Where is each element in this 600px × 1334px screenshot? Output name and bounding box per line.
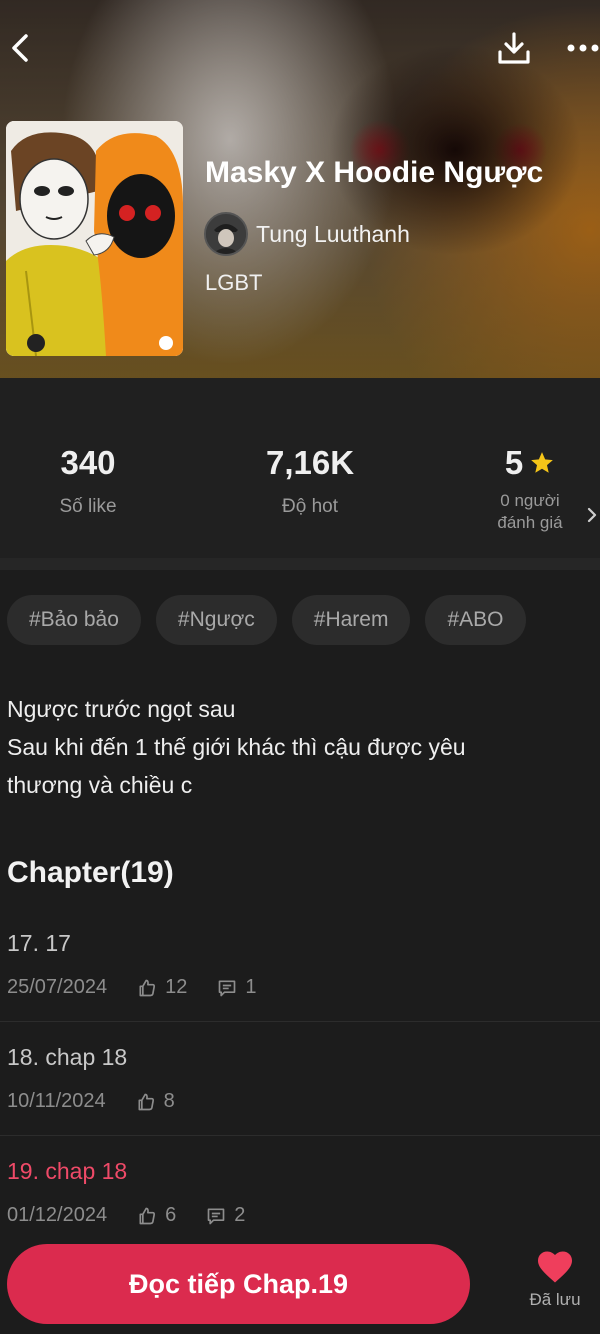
story-title: Masky X Hoodie Ngược — [205, 156, 544, 189]
rating-label-line1: 0 người — [500, 491, 560, 510]
chevron-right-icon[interactable] — [586, 506, 598, 524]
avatar-image — [206, 214, 246, 254]
chapter-count-heading: Chapter(19) — [7, 856, 174, 889]
comment-icon — [207, 1208, 225, 1224]
description-line: Ngược trước ngọt sau — [7, 696, 236, 722]
chevron-left-icon — [12, 34, 28, 62]
rating-stat[interactable]: 5 0 người đánh giá — [480, 444, 580, 534]
chapter-list: 17. 17 25/07/2024 12 1 18. chap 18 10/11… — [0, 908, 600, 1250]
tag-list: #Bảo bảo #Ngược #Harem #ABO — [7, 595, 526, 645]
rating-value-row: 5 — [480, 444, 580, 482]
chapter-meta: 01/12/2024 6 2 — [7, 1204, 245, 1227]
hot-stat: 7,16K Độ hot — [240, 444, 380, 518]
chapter-comments: 2 — [234, 1204, 246, 1226]
saved-label: Đã lưu — [529, 1290, 581, 1309]
download-icon — [498, 32, 530, 64]
more-dots-icon — [567, 44, 599, 52]
tag-chip[interactable]: #Harem — [291, 595, 411, 645]
continue-reading-button[interactable]: Đọc tiếp Chap.19 — [7, 1244, 470, 1324]
hot-label: Độ hot — [282, 496, 338, 517]
stats-panel: 340 Số like 7,16K Độ hot 5 0 người đánh … — [0, 378, 600, 558]
section-divider — [0, 558, 600, 570]
story-description[interactable]: Ngược trước ngọt sau Sau khi đến 1 thế g… — [7, 690, 567, 804]
hot-value: 7,16K — [265, 444, 355, 481]
cover-art — [6, 121, 183, 356]
back-button[interactable] — [2, 28, 38, 68]
description-line: Sau khi đến 1 thế giới khác thì cậu được… — [7, 734, 466, 760]
comment-icon — [219, 980, 236, 996]
chapter-comments: 1 — [245, 976, 257, 998]
chapter-row[interactable]: 18. chap 18 10/11/2024 8 — [0, 1022, 600, 1136]
tag-chip[interactable]: #Bảo bảo — [7, 595, 141, 645]
chapter-meta: 10/11/2024 8 — [7, 1090, 175, 1113]
chapter-title: 19. chap 18 — [7, 1158, 128, 1184]
chapter-date: 01/12/2024 — [7, 1204, 108, 1226]
download-button[interactable] — [494, 28, 534, 68]
tag-chip[interactable]: #ABO — [425, 595, 526, 645]
bottom-action-bar: Đọc tiếp Chap.19 Đã lưu — [0, 1226, 600, 1334]
heart-icon — [538, 1251, 572, 1283]
chapter-title: 18. chap 18 — [7, 1044, 128, 1070]
likes-label: Số like — [59, 496, 117, 517]
chapter-date: 10/11/2024 — [7, 1090, 106, 1112]
thumbs-up-icon — [138, 1093, 154, 1110]
author-avatar — [204, 212, 248, 256]
chapter-row[interactable]: 17. 17 25/07/2024 12 1 — [0, 908, 600, 1022]
chapter-likes: 6 — [165, 1204, 177, 1226]
saved-button[interactable]: Đã lưu — [520, 1250, 590, 1322]
chapter-meta: 25/07/2024 12 1 — [7, 976, 256, 999]
likes-stat: 340 Số like — [28, 444, 148, 518]
star-icon — [531, 452, 554, 473]
chapter-title: 17. 17 — [7, 930, 71, 956]
story-header: Masky X Hoodie Ngược Tung Luuthanh LGBT — [0, 0, 600, 378]
rating-label-line2: đánh giá — [497, 513, 563, 532]
thumbs-up-icon — [139, 1207, 156, 1224]
thumbs-up-icon — [139, 979, 156, 996]
tag-chip[interactable]: #Ngược — [155, 595, 277, 645]
author-link[interactable]: Tung Luuthanh — [204, 212, 410, 256]
author-name: Tung Luuthanh — [256, 220, 410, 247]
chapter-likes: 12 — [165, 976, 188, 998]
likes-value: 340 — [60, 444, 116, 481]
chapter-likes: 8 — [163, 1090, 175, 1112]
description-line: thương và chiều c — [7, 772, 193, 798]
genre-label[interactable]: LGBT — [205, 270, 262, 296]
chapter-date: 25/07/2024 — [7, 976, 108, 998]
story-cover-image[interactable] — [6, 121, 183, 356]
more-options-button[interactable] — [566, 28, 600, 68]
rating-label: 0 người đánh giá — [480, 490, 580, 534]
rating-value: 5 — [504, 444, 524, 481]
